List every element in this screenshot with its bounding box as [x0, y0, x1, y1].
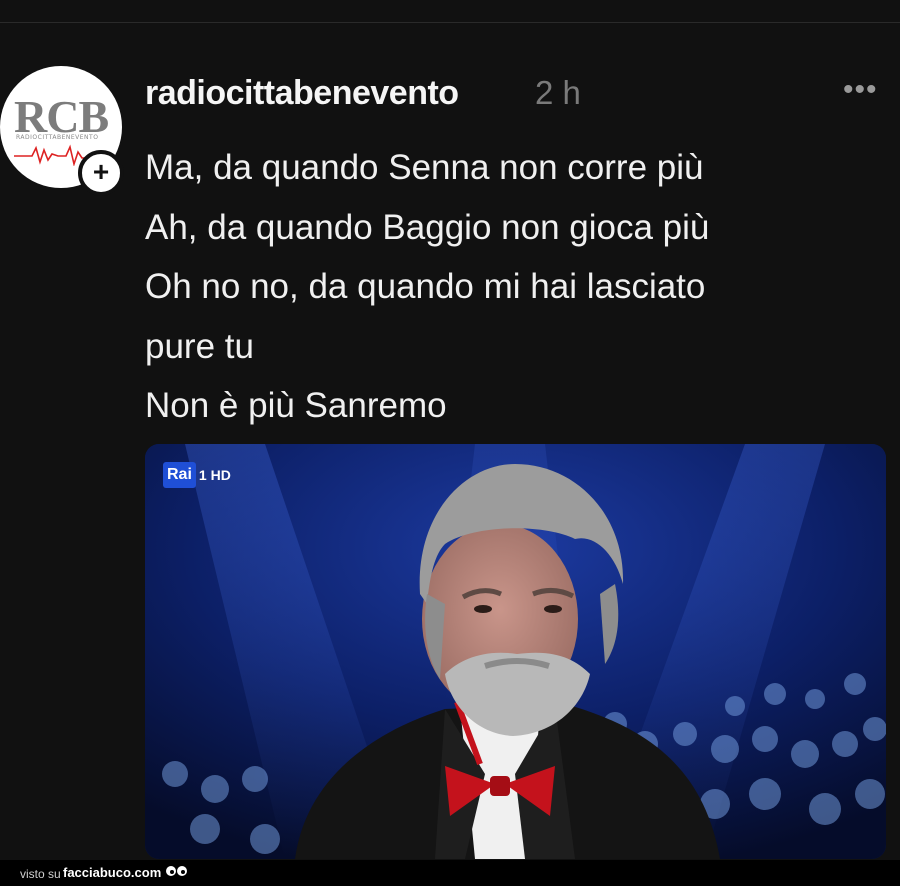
watermark-footer: visto su facciabuco.com	[0, 860, 900, 886]
rai-logo: Rai	[163, 462, 196, 488]
post-line: Ah, da quando Baggio non gioca più	[145, 207, 710, 247]
watermark-site: facciabuco.com	[63, 865, 162, 880]
watermark-label: visto su	[20, 867, 61, 881]
username[interactable]: radiocittabenevento	[145, 74, 459, 113]
more-options-icon[interactable]: •••	[843, 75, 878, 105]
avatar-logo-subtext: RADIOCITTABENEVENTO	[16, 134, 99, 141]
post-image[interactable]: Rai 1 HD	[145, 444, 886, 859]
eyes-icon	[166, 866, 187, 876]
post-line: Oh no no, da quando mi hai lasciato	[145, 267, 706, 306]
channel-badge: Rai 1 HD	[163, 462, 231, 488]
follow-plus-button[interactable]: +	[78, 150, 124, 196]
post-text: Ma, da quando Senna non corre più Ah, da…	[145, 138, 709, 436]
post-line: Non è più Sanremo	[145, 386, 447, 425]
post-line: Ma, da quando Senna non corre più	[145, 148, 704, 187]
channel-number: 1 HD	[198, 467, 231, 483]
post-time: 2 h	[535, 74, 581, 111]
post-line: pure tu	[145, 326, 254, 366]
top-divider	[0, 22, 900, 23]
tv-still-image	[145, 444, 886, 859]
